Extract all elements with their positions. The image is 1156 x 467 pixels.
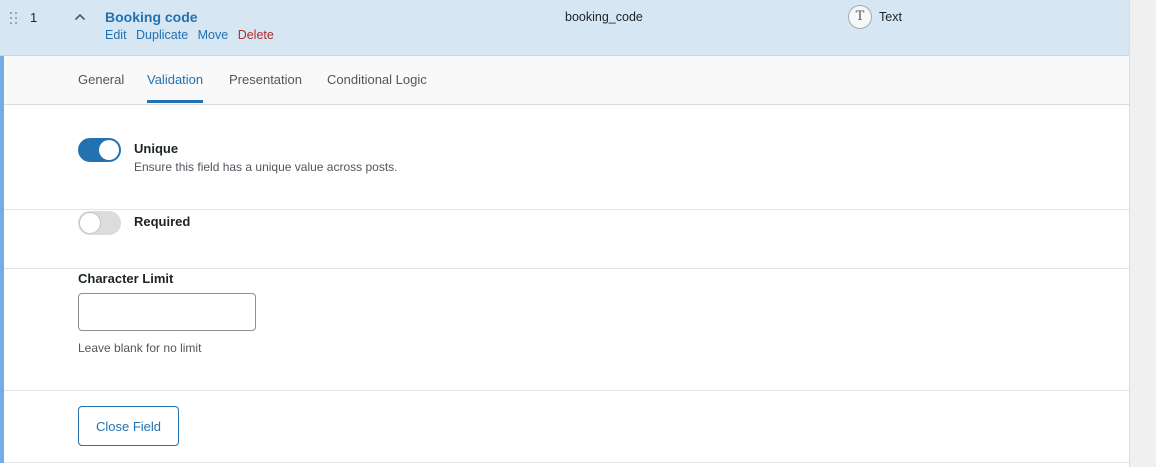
move-link[interactable]: Move: [198, 28, 229, 42]
field-header[interactable]: 1 Booking code Edit Duplicate Move Delet…: [0, 0, 1129, 56]
divider: [4, 209, 1129, 210]
duplicate-link[interactable]: Duplicate: [136, 28, 188, 42]
required-toggle[interactable]: [78, 211, 121, 235]
unique-label: Unique: [134, 141, 179, 156]
field-order: 1: [30, 10, 38, 25]
tab-presentation[interactable]: Presentation: [229, 72, 302, 87]
field-label-link[interactable]: Booking code: [105, 9, 198, 25]
tab-conditional-logic[interactable]: Conditional Logic: [327, 72, 427, 87]
drag-handle-icon[interactable]: [10, 12, 20, 24]
required-label: Required: [134, 214, 191, 229]
row-actions: Edit Duplicate Move Delete: [105, 28, 280, 42]
text-type-icon: T: [848, 5, 872, 29]
toggle-knob: [80, 213, 100, 233]
active-field-indicator: [0, 56, 4, 463]
field-name: booking_code: [565, 10, 643, 24]
settings-tabs: General Validation Presentation Conditio…: [4, 56, 1129, 105]
divider: [4, 462, 1129, 463]
edit-link[interactable]: Edit: [105, 28, 127, 42]
unique-toggle[interactable]: [78, 138, 121, 162]
field-type-label: Text: [879, 10, 902, 24]
delete-link[interactable]: Delete: [238, 28, 274, 42]
tab-validation[interactable]: Validation: [147, 72, 204, 103]
unique-description: Ensure this field has a unique value acr…: [134, 160, 398, 174]
chevron-up-icon[interactable]: [72, 9, 88, 25]
divider: [4, 390, 1129, 391]
character-limit-label: Character Limit: [78, 271, 174, 286]
field-panel: 1 Booking code Edit Duplicate Move Delet…: [0, 0, 1130, 467]
tab-general[interactable]: General: [78, 72, 124, 87]
character-limit-input[interactable]: [78, 293, 256, 331]
close-field-button[interactable]: Close Field: [78, 406, 179, 446]
toggle-knob: [99, 140, 119, 160]
divider: [4, 268, 1129, 269]
character-limit-help: Leave blank for no limit: [78, 341, 202, 355]
